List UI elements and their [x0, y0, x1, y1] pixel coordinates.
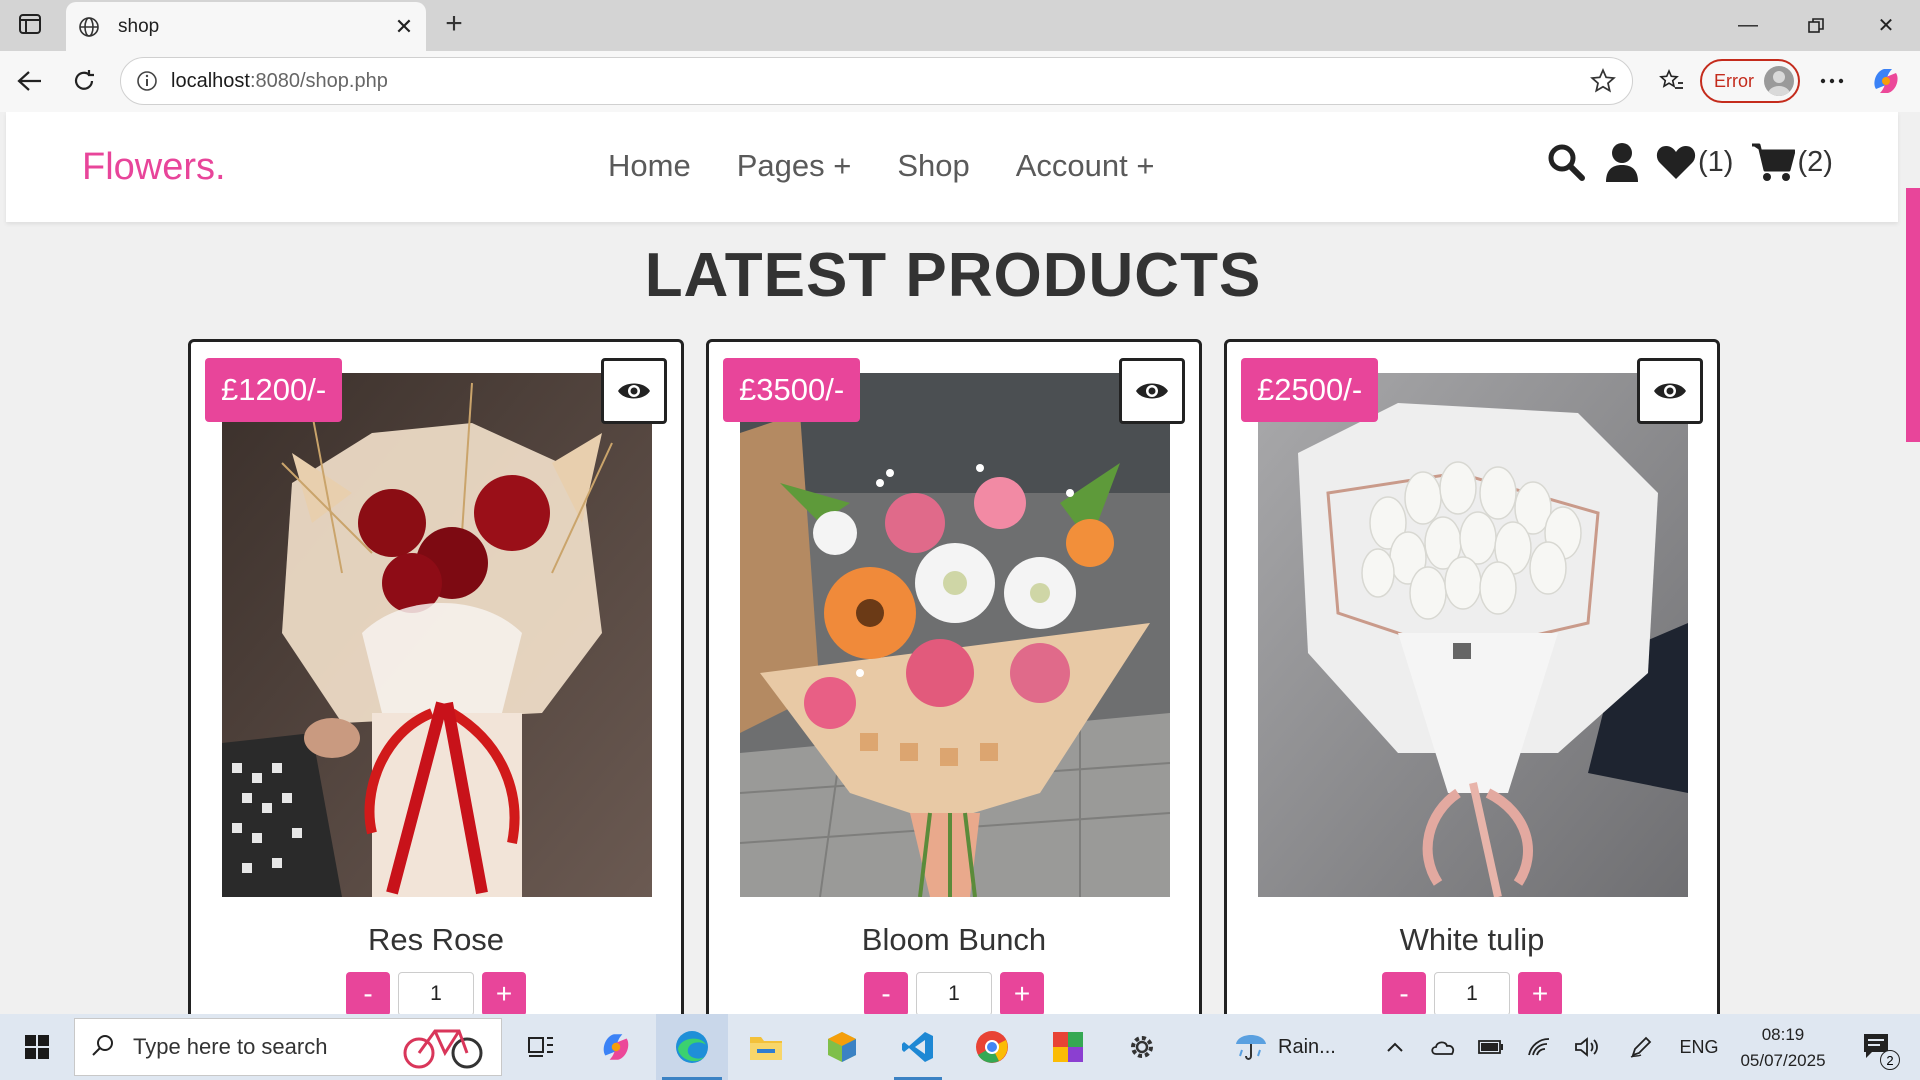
- increase-quantity-button[interactable]: +: [1000, 972, 1044, 1014]
- refresh-icon[interactable]: [64, 61, 104, 101]
- site-info-icon[interactable]: [133, 67, 161, 95]
- settings-gear-icon[interactable]: [1112, 1014, 1172, 1080]
- quick-view-eye-icon[interactable]: [1637, 358, 1703, 424]
- taskbar-search-input[interactable]: Type here to search: [74, 1018, 502, 1076]
- browser-tab-shop[interactable]: shop ✕: [66, 2, 426, 51]
- cart-count: (2): [1797, 145, 1833, 178]
- more-options-icon[interactable]: [1812, 61, 1852, 101]
- umbrella-icon: [1234, 1028, 1268, 1067]
- product-card: £3500/- Bloom Bunch - 1 +: [706, 339, 1202, 1014]
- minimize-icon[interactable]: —: [1714, 0, 1782, 51]
- taskbar-clock[interactable]: 08:19 05/07/2025: [1740, 1022, 1826, 1074]
- product-name[interactable]: Bloom Bunch: [709, 922, 1199, 958]
- wishlist-count: (1): [1698, 145, 1734, 178]
- quantity-stepper: - 1 +: [1227, 972, 1717, 1014]
- product-image-mixed-bloom-bouquet[interactable]: [740, 373, 1170, 897]
- avatar: [1764, 66, 1794, 96]
- page-scrollbar[interactable]: [1906, 112, 1920, 1014]
- price-tag: £2500/-: [1241, 358, 1379, 422]
- quantity-stepper: - 1 +: [709, 972, 1199, 1014]
- site-header: Flowers. Home Pages + Shop Account + (1)…: [6, 112, 1898, 222]
- bicycle-icon: [403, 1019, 485, 1076]
- quick-view-eye-icon[interactable]: [601, 358, 667, 424]
- language-indicator[interactable]: ENG: [1672, 1014, 1726, 1080]
- price-tag: £3500/-: [723, 358, 861, 422]
- price-tag: £1200/-: [205, 358, 343, 422]
- quantity-input[interactable]: 1: [398, 972, 474, 1014]
- tab-title: shop: [118, 15, 160, 37]
- sidebar-toggle-icon[interactable]: [14, 10, 46, 38]
- clock-time: 08:19: [1761, 1025, 1805, 1044]
- browser-toolbar: localhost:8080/shop.php Error: [0, 51, 1920, 112]
- close-tab-icon[interactable]: ✕: [386, 9, 422, 45]
- file-explorer-icon[interactable]: [736, 1014, 796, 1080]
- product-name[interactable]: White tulip: [1227, 922, 1717, 958]
- onedrive-cloud-icon[interactable]: [1426, 1014, 1460, 1080]
- cart-icon: [1752, 143, 1796, 181]
- task-view-icon[interactable]: [516, 1014, 566, 1080]
- product-image-white-tulip-bouquet[interactable]: [1258, 373, 1688, 897]
- section-title: LATEST PRODUCTS: [644, 241, 1262, 310]
- quantity-input[interactable]: 1: [916, 972, 992, 1014]
- wishlist-button[interactable]: (1): [1656, 144, 1733, 180]
- nav-pages[interactable]: Pages +: [737, 148, 852, 184]
- wifi-icon[interactable]: [1522, 1014, 1556, 1080]
- search-placeholder: Type here to search: [133, 1034, 328, 1059]
- product-card: £2500/- White tulip - 1 +: [1224, 339, 1720, 1014]
- favorites-icon[interactable]: [1652, 61, 1692, 101]
- site-logo[interactable]: Flowers.: [82, 146, 226, 189]
- windows-taskbar: Type here to search Rain... ENG 08:19 05…: [0, 1014, 1920, 1080]
- volume-icon[interactable]: [1568, 1014, 1606, 1080]
- notification-count-badge: 2: [1880, 1050, 1900, 1070]
- chrome-icon[interactable]: [962, 1014, 1022, 1080]
- clock-date: 05/07/2025: [1740, 1051, 1826, 1070]
- user-icon[interactable]: [1604, 142, 1640, 182]
- main-nav: Home Pages + Shop Account +: [608, 148, 1154, 184]
- profile-error-button[interactable]: Error: [1700, 59, 1800, 103]
- increase-quantity-button[interactable]: +: [482, 972, 526, 1014]
- weather-text: Rain...: [1278, 1035, 1336, 1058]
- browser-tab-bar: shop ✕ + — ✕: [0, 0, 1920, 51]
- notifications-icon[interactable]: 2: [1850, 1014, 1906, 1080]
- search-icon: [91, 1033, 115, 1062]
- weather-widget[interactable]: Rain...: [1234, 1014, 1354, 1080]
- colorful-app-icon[interactable]: [1038, 1014, 1098, 1080]
- restore-icon[interactable]: [1782, 0, 1850, 51]
- pen-icon[interactable]: [1624, 1014, 1658, 1080]
- copilot-app-icon[interactable]: [586, 1014, 646, 1080]
- favorite-star-icon[interactable]: [1588, 66, 1618, 96]
- vscode-icon[interactable]: [888, 1014, 948, 1080]
- page-viewport: Flowers. Home Pages + Shop Account + (1)…: [0, 112, 1920, 1014]
- heart-icon: [1656, 146, 1696, 179]
- address-bar[interactable]: localhost:8080/shop.php: [120, 57, 1633, 105]
- quick-view-eye-icon[interactable]: [1119, 358, 1185, 424]
- quantity-stepper: - 1 +: [191, 972, 681, 1014]
- new-tab-icon[interactable]: +: [436, 6, 472, 42]
- product-card: £1200/- Res Rose - 1 +: [188, 339, 684, 1014]
- nav-shop[interactable]: Shop: [897, 148, 969, 184]
- cube-app-icon[interactable]: [812, 1014, 872, 1080]
- decrease-quantity-button[interactable]: -: [1382, 972, 1426, 1014]
- decrease-quantity-button[interactable]: -: [864, 972, 908, 1014]
- nav-account[interactable]: Account +: [1016, 148, 1155, 184]
- edge-app-icon[interactable]: [656, 1014, 728, 1080]
- quantity-input[interactable]: 1: [1434, 972, 1510, 1014]
- search-icon[interactable]: [1546, 142, 1586, 182]
- back-icon[interactable]: [10, 61, 50, 101]
- product-name[interactable]: Res Rose: [191, 922, 681, 958]
- windows-start-icon[interactable]: [10, 1014, 64, 1080]
- decrease-quantity-button[interactable]: -: [346, 972, 390, 1014]
- battery-icon[interactable]: [1474, 1014, 1508, 1080]
- url-text: localhost:8080/shop.php: [171, 69, 388, 92]
- header-icons: (1) (2): [1546, 142, 1833, 182]
- product-image-red-rose-bouquet[interactable]: [222, 373, 652, 897]
- copilot-icon[interactable]: [1866, 61, 1906, 101]
- close-window-icon[interactable]: ✕: [1852, 0, 1920, 51]
- scrollbar-thumb[interactable]: [1906, 188, 1920, 442]
- nav-home[interactable]: Home: [608, 148, 691, 184]
- globe-icon: [76, 14, 102, 40]
- increase-quantity-button[interactable]: +: [1518, 972, 1562, 1014]
- show-hidden-icons-chevron[interactable]: [1378, 1014, 1412, 1080]
- cart-button[interactable]: (2): [1751, 142, 1833, 182]
